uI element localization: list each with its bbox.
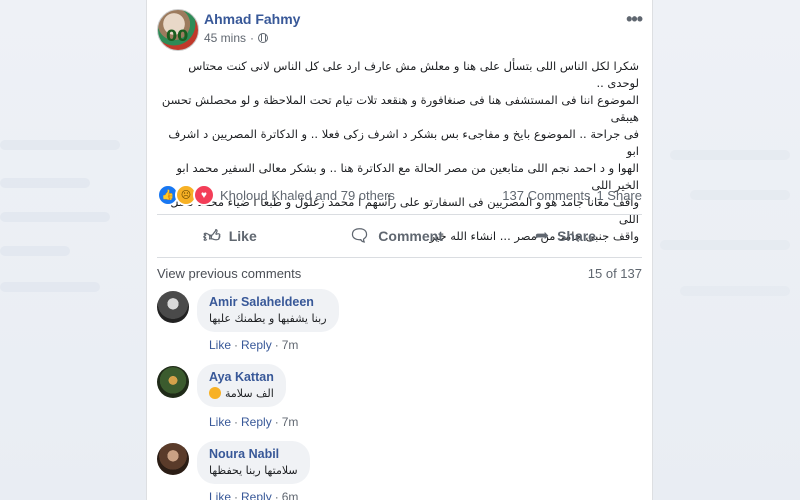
comment-text-content: الف سلامة [224, 387, 274, 400]
post-header: 00 Ahmad Fahmy 45 mins · ••• [147, 0, 652, 51]
sep: · [274, 490, 279, 500]
more-options-icon[interactable]: ••• [626, 9, 643, 30]
share-button[interactable]: ➦ Share [535, 226, 596, 246]
post-time[interactable]: 45 mins [204, 31, 246, 45]
comments-progress: 15 of 137 [587, 266, 642, 281]
speech-bubble-icon: 🗨︎ [348, 226, 371, 246]
globe-icon[interactable] [258, 33, 269, 43]
comment-reply-link[interactable]: Reply [241, 415, 272, 429]
comment-actions: Like · Reply · 7m [209, 338, 298, 352]
author-avatar[interactable]: 00 [157, 9, 199, 51]
sep: · [234, 338, 239, 352]
commenter-name[interactable]: Noura Nabil [209, 447, 298, 461]
divider-bottom [157, 257, 642, 258]
commenter-name[interactable]: Aya Kattan [209, 370, 274, 384]
share-label: Share [557, 228, 596, 244]
comment-bubble: Noura Nabil سلامتها ربنا يحفظها [197, 441, 310, 484]
share-arrow-icon: ➦ [534, 226, 550, 246]
comment-reply-link[interactable]: Reply [241, 490, 272, 500]
comment-like-link[interactable]: Like [209, 415, 231, 429]
post-text: شكرا لكل الناس اللى بتسأل على هنا و معلش… [161, 59, 639, 243]
post-meta: 45 mins · [204, 31, 269, 45]
previous-comments-row: View previous comments 15 of 137 [157, 266, 642, 281]
comment-like-link[interactable]: Like [209, 490, 231, 500]
avatar-number: 00 [166, 26, 189, 45]
comment-label: Comment [378, 228, 443, 244]
view-previous-comments-link[interactable]: View previous comments [157, 266, 301, 281]
sad-emoji-icon [209, 387, 222, 399]
love-reaction-icon: ♥ [193, 184, 215, 206]
like-label: Like [228, 228, 257, 244]
reactions-summary[interactable]: Kholoud Khaled and 79 others [220, 188, 395, 203]
comment-time[interactable]: 6m [282, 490, 299, 500]
divider-top [157, 214, 642, 215]
reaction-icons[interactable]: 👍 ☹ ♥ [157, 184, 215, 206]
post-card: 00 Ahmad Fahmy 45 mins · ••• شكرا لكل ال… [146, 0, 653, 500]
meta-separator: · [250, 31, 255, 45]
sep: · [234, 415, 239, 429]
commenter-avatar[interactable] [157, 291, 189, 323]
commenter-avatar[interactable] [157, 366, 189, 398]
like-button[interactable]: 👍︎ Like [203, 226, 257, 247]
engagement-counts: 137 Comments 1 Share [502, 188, 642, 203]
comment-bubble: Aya Kattan الف سلامة [197, 364, 286, 407]
commenter-name[interactable]: Amir Salaheldeen [209, 295, 327, 309]
comment-button[interactable]: 🗨︎ Comment [349, 226, 443, 246]
comment-text: الف سلامة [209, 387, 274, 400]
commenter-avatar[interactable] [157, 443, 189, 475]
comment-text: سلامتها ربنا يحفظها [209, 464, 298, 477]
comment-like-link[interactable]: Like [209, 338, 231, 352]
comment-bubble: Amir Salaheldeen ربنا يشفيها و يطمنك علي… [197, 289, 339, 332]
shares-count[interactable]: 1 Share [596, 188, 642, 203]
reactions-bar: 👍 ☹ ♥ Kholoud Khaled and 79 others 137 C… [157, 184, 642, 206]
sep: · [274, 338, 279, 352]
post-actions: 👍︎ Like 🗨︎ Comment ➦ Share [157, 220, 642, 252]
comments-count[interactable]: 137 Comments [502, 188, 590, 203]
comment-actions: Like · Reply · 7m [209, 415, 298, 429]
sep: · [234, 490, 239, 500]
thumbs-up-icon: 👍︎ [202, 226, 221, 247]
comment-reply-link[interactable]: Reply [241, 338, 272, 352]
sep: · [274, 415, 279, 429]
comment-text: ربنا يشفيها و يطمنك عليها [209, 312, 327, 325]
author-name[interactable]: Ahmad Fahmy [204, 11, 300, 27]
comment-actions: Like · Reply · 6m [209, 490, 298, 500]
comment-time[interactable]: 7m [282, 338, 299, 352]
comment-time[interactable]: 7m [282, 415, 299, 429]
